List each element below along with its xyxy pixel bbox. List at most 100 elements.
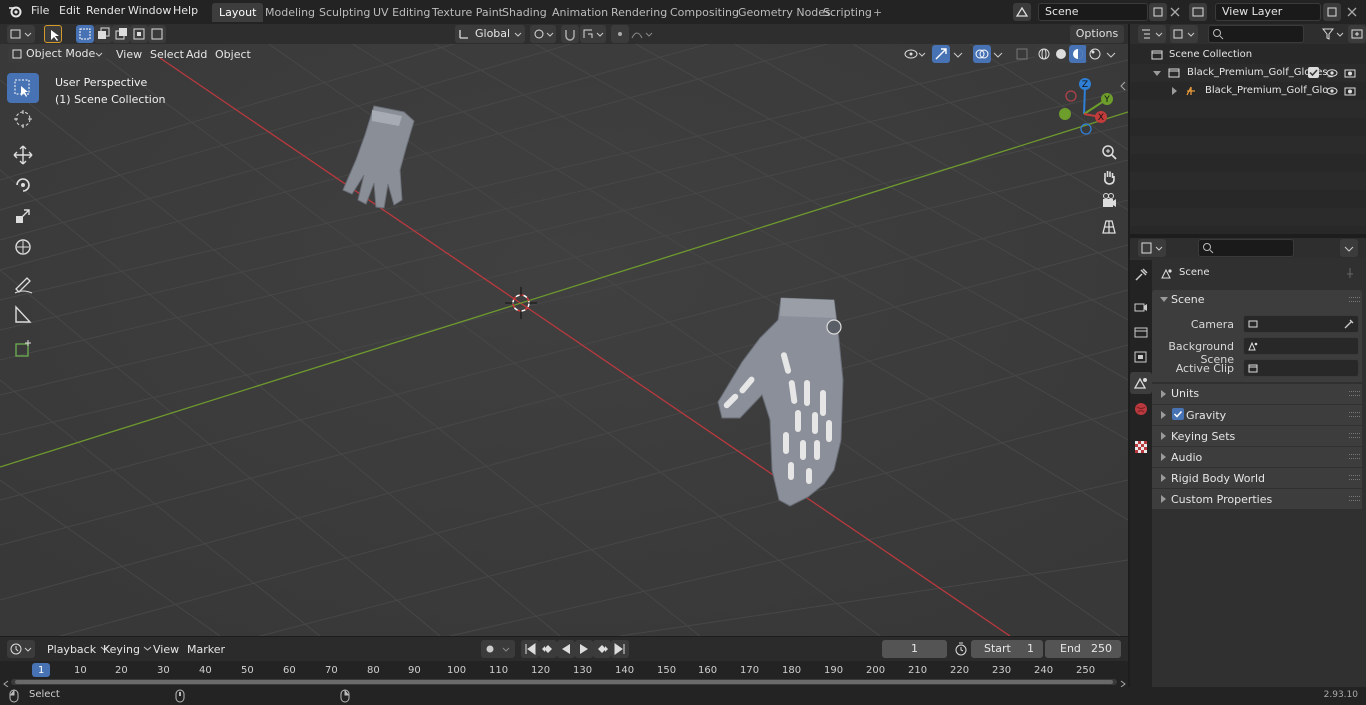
render-camera-icon[interactable]	[1343, 84, 1357, 98]
select-tool-icon[interactable]	[44, 25, 62, 43]
visibility-filter-icon[interactable]	[902, 45, 928, 63]
close-view-layer-icon[interactable]	[1343, 3, 1361, 21]
audio-panel-header[interactable]: Audio	[1152, 447, 1362, 467]
gravity-checkbox[interactable]	[1172, 408, 1184, 420]
pin-icon[interactable]	[1344, 267, 1356, 279]
transform-orientation-dropdown[interactable]: Global	[455, 25, 525, 43]
drag-handle-icon[interactable]	[1349, 454, 1360, 459]
rotate-tool-button[interactable]	[7, 170, 39, 200]
menu-timeline-view[interactable]: View	[148, 641, 184, 658]
scroll-right-icon[interactable]	[1120, 678, 1126, 688]
menu-marker[interactable]: Marker	[182, 641, 230, 658]
play-icon[interactable]	[575, 640, 593, 658]
camera-field[interactable]	[1243, 315, 1359, 333]
play-reverse-icon[interactable]	[557, 640, 575, 658]
add-cube-tool-button[interactable]	[7, 334, 39, 364]
scroll-left-icon[interactable]	[3, 678, 9, 688]
navigation-gizmo[interactable]: Z Y X	[1055, 76, 1125, 136]
units-panel-header[interactable]: Units	[1152, 384, 1362, 404]
shading-dropdown-icon[interactable]	[1104, 45, 1118, 63]
gizmo-neg-y-icon[interactable]	[1059, 108, 1071, 120]
drag-handle-icon[interactable]	[1349, 297, 1360, 302]
camera-view-button[interactable]	[1098, 190, 1120, 212]
jump-keyframe-back-icon[interactable]	[539, 640, 557, 658]
copy-scene-icon[interactable]	[1149, 3, 1167, 21]
active-clip-field[interactable]	[1243, 359, 1359, 377]
drag-handle-icon[interactable]	[1349, 496, 1360, 501]
menu-file[interactable]: File	[31, 4, 49, 17]
collapse-scene-panel-icon[interactable]	[1160, 297, 1168, 302]
timeline-editor-type-icon[interactable]	[7, 640, 35, 658]
3d-viewport[interactable]	[0, 24, 1128, 636]
select-extend-icon[interactable]	[94, 25, 112, 43]
tab-world-icon[interactable]	[1132, 400, 1150, 418]
transform-tool-button[interactable]	[7, 232, 39, 262]
sidebar-toggle-icon[interactable]	[1119, 80, 1127, 92]
expand-collection-icon[interactable]	[1153, 71, 1161, 76]
move-tool-button[interactable]	[7, 140, 39, 170]
xray-toggle-icon[interactable]	[1013, 45, 1031, 63]
expand-custom-properties-icon[interactable]	[1161, 495, 1166, 503]
expand-object-icon[interactable]	[1172, 87, 1177, 95]
filter-icon[interactable]	[1319, 25, 1347, 43]
outliner-row-object[interactable]: Black_Premium_Golf_Glo	[1130, 82, 1366, 100]
scene-name-field[interactable]: Scene	[1038, 3, 1148, 21]
keying-sets-panel-header[interactable]: Keying Sets	[1152, 426, 1362, 446]
custom-properties-panel-header[interactable]: Custom Properties	[1152, 489, 1362, 509]
drag-handle-icon[interactable]	[1349, 433, 1360, 438]
menu-help[interactable]: Help	[173, 4, 198, 17]
scale-tool-button[interactable]	[7, 201, 39, 231]
outliner-row-collection[interactable]: Black_Premium_Golf_Gloves_	[1130, 64, 1366, 82]
rendered-shading-icon[interactable]	[1086, 45, 1104, 63]
end-frame-field[interactable]: End 250	[1045, 640, 1121, 658]
copy-view-layer-icon[interactable]	[1323, 3, 1341, 21]
blender-logo-icon[interactable]	[8, 4, 22, 18]
expand-gravity-icon[interactable]	[1161, 411, 1166, 419]
menu-edit[interactable]: Edit	[59, 4, 80, 17]
auto-keying-icon[interactable]	[481, 640, 515, 658]
start-frame-field[interactable]: Start 1	[971, 640, 1043, 658]
expand-keying-sets-icon[interactable]	[1161, 432, 1166, 440]
rigid-body-world-panel-header[interactable]: Rigid Body World	[1152, 468, 1362, 488]
expand-rigid-body-world-icon[interactable]	[1161, 474, 1166, 482]
zoom-view-button[interactable]	[1098, 141, 1120, 163]
eye-icon[interactable]	[1325, 66, 1339, 80]
tab-render-icon[interactable]	[1132, 298, 1150, 316]
select-subtract-icon[interactable]	[112, 25, 130, 43]
select-invert-icon[interactable]	[130, 25, 148, 43]
snap-increment-icon[interactable]	[580, 25, 606, 43]
options-button[interactable]: Options	[1070, 25, 1124, 52]
snap-toggle-icon[interactable]	[561, 25, 579, 43]
mode-dropdown[interactable]: Object Mode	[8, 45, 106, 63]
properties-options-icon[interactable]	[1340, 239, 1358, 257]
jump-start-icon[interactable]	[521, 640, 539, 658]
collection-exclude-checkbox[interactable]	[1308, 67, 1319, 78]
material-preview-icon[interactable]	[1069, 45, 1087, 63]
close-icon[interactable]	[1166, 3, 1184, 21]
measure-tool-button[interactable]	[7, 299, 39, 329]
drag-handle-icon[interactable]	[1349, 475, 1360, 480]
gizmo-neg-z-icon[interactable]	[1080, 123, 1092, 135]
display-mode-icon[interactable]	[1170, 25, 1198, 43]
menu-add[interactable]: Add	[181, 46, 212, 63]
proportional-edit-icon[interactable]	[611, 25, 629, 43]
perspective-toggle-button[interactable]	[1098, 216, 1120, 238]
tab-output-icon[interactable]	[1132, 323, 1150, 341]
falloff-icon[interactable]	[629, 25, 655, 43]
select-new-icon[interactable]	[76, 25, 94, 43]
pan-view-button[interactable]	[1098, 166, 1120, 188]
eye-icon[interactable]	[1325, 84, 1339, 98]
timeline-scrollbar-thumb[interactable]	[15, 680, 1113, 684]
jump-end-icon[interactable]	[611, 640, 629, 658]
menu-object[interactable]: Object	[210, 46, 256, 63]
gizmo-neg-x-icon[interactable]	[1065, 90, 1077, 102]
expand-units-icon[interactable]	[1161, 390, 1166, 398]
background-scene-field[interactable]	[1243, 337, 1359, 355]
view-layer-icon[interactable]	[1189, 3, 1207, 21]
scene-panel-header[interactable]: Scene	[1152, 290, 1362, 310]
outliner-editor-type-icon[interactable]	[1138, 25, 1166, 43]
tab-view-layer-icon[interactable]	[1132, 348, 1150, 366]
new-collection-icon[interactable]	[1348, 25, 1366, 43]
tab-layout[interactable]: Layout	[212, 3, 264, 22]
menu-window[interactable]: Window	[128, 4, 171, 17]
